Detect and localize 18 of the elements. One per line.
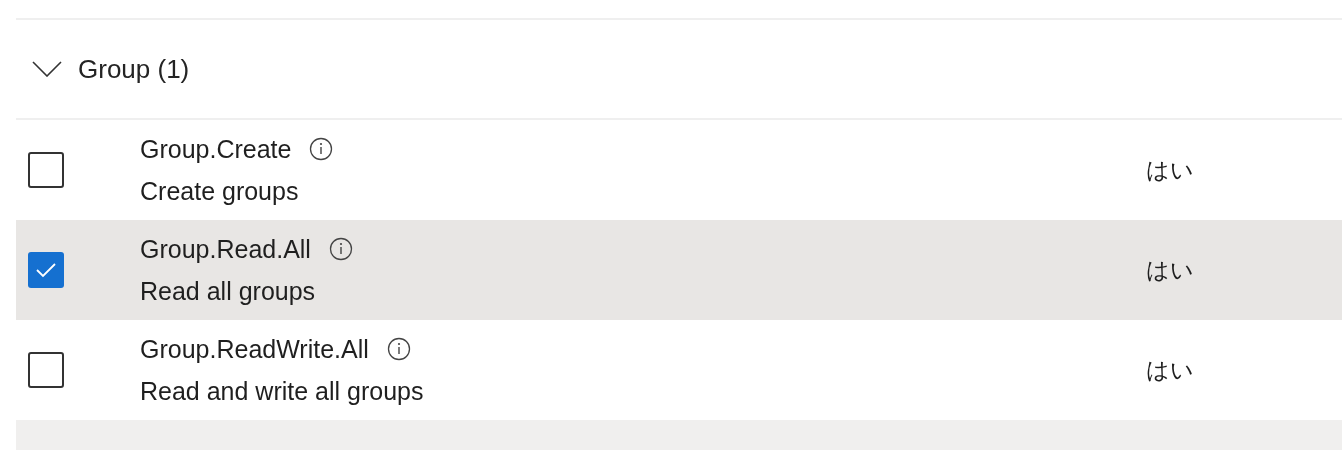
checkbox[interactable] xyxy=(28,252,64,288)
admin-consent-cell-text: はい xyxy=(1146,255,1194,285)
permission-name: Group.Create xyxy=(140,134,292,164)
permission-description: Read all groups xyxy=(140,276,317,306)
admin-consent-cell-text: はい xyxy=(1146,355,1194,385)
admin-consent-cell-text: はい xyxy=(1146,155,1194,185)
info-icon[interactable] xyxy=(309,137,334,161)
group-toggle[interactable]: Group (1) xyxy=(32,49,190,89)
selected-row[interactable]: Group.Read.All Read all groups はい xyxy=(16,220,1342,320)
permission-name: Group.ReadWrite.All xyxy=(140,334,369,364)
permission-description: Create groups xyxy=(140,176,300,206)
permission-description: Read and write all groups xyxy=(140,376,425,406)
permission-name: Group.Read.All xyxy=(140,234,311,264)
checkbox[interactable] xyxy=(28,352,64,388)
info-icon[interactable] xyxy=(328,237,353,261)
checkmark-icon xyxy=(35,262,57,278)
info-icon[interactable] xyxy=(386,337,411,361)
checkbox[interactable] xyxy=(28,152,64,188)
